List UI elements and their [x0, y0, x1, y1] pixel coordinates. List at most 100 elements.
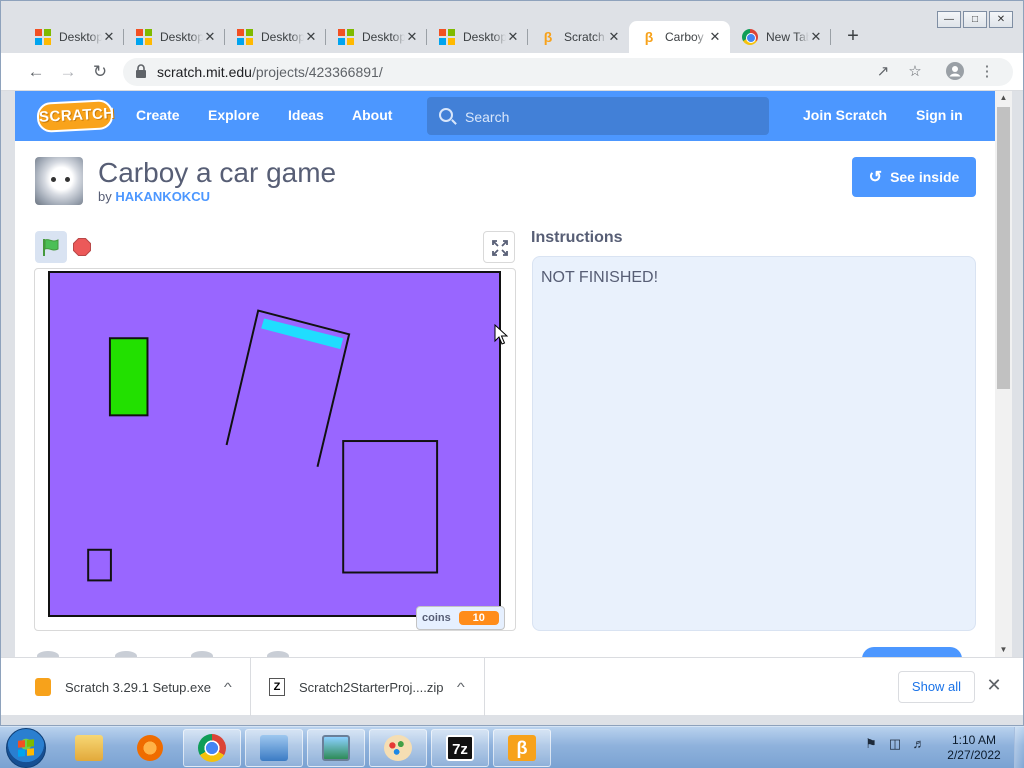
chrome-icon[interactable] — [183, 729, 241, 767]
nav-explore[interactable]: Explore — [208, 107, 259, 123]
scratch-icon: β — [644, 29, 654, 45]
monitor-label: coins — [422, 612, 451, 624]
mouse-cursor-icon — [494, 324, 508, 345]
microsoft-icon — [35, 29, 51, 45]
control-panel-icon[interactable] — [245, 729, 303, 767]
scratch-app-icon[interactable]: β — [493, 729, 551, 767]
volume-icon[interactable]: ♬ — [910, 735, 928, 753]
green-block-sprite — [108, 337, 149, 417]
scratch-icon: β — [543, 29, 553, 45]
browser-toolbar: ← → ↻ scratch.mit.edu/projects/423366891… — [1, 53, 1023, 91]
windows-taskbar: 7z β ⚑ ◫ ♬ 1:10 AM 2/27/2022 — [0, 726, 1024, 768]
tab-new-tab[interactable]: New Tab ✕ — [730, 21, 831, 53]
system-clock[interactable]: 1:10 AM 2/27/2022 — [946, 733, 1002, 763]
author-avatar[interactable] — [35, 157, 83, 205]
scrollbar-thumb[interactable] — [997, 107, 1010, 389]
close-download-bar-icon[interactable]: ✕ — [985, 675, 1003, 695]
search-icon — [439, 108, 453, 122]
scroll-down-arrow-icon[interactable]: ▼ — [995, 643, 1012, 657]
tab-label: Desktop — [362, 30, 405, 44]
tab-carboy[interactable]: β Carboy a car game ✕ — [629, 21, 730, 53]
join-scratch-link[interactable]: Join Scratch — [803, 107, 887, 123]
tab-close-icon[interactable]: ✕ — [405, 29, 419, 45]
tab-close-icon[interactable]: ✕ — [203, 29, 217, 45]
tab-label: Scratch — [564, 30, 605, 44]
tab-desktop-3[interactable]: Desktop ✕ — [225, 21, 326, 53]
tab-close-icon[interactable]: ✕ — [102, 29, 116, 45]
download-bar: Scratch 3.29.1 Setup.exe ^ Z Scratch2Sta… — [1, 657, 1023, 716]
coins-variable-monitor: coins 10 — [416, 606, 505, 630]
avatar-eye — [65, 177, 70, 182]
cyan-bar-sprite — [261, 318, 344, 350]
nav-create[interactable]: Create — [136, 107, 180, 123]
green-flag-icon — [43, 239, 59, 256]
address-bar[interactable]: scratch.mit.edu/projects/423366891/ ↗ ☆ … — [123, 58, 1013, 86]
download-filename: Scratch 3.29.1 Setup.exe — [65, 679, 211, 695]
search-input[interactable] — [465, 107, 755, 127]
action-center-flag-icon[interactable]: ⚑ — [862, 735, 880, 753]
tab-close-icon[interactable]: ✕ — [607, 29, 621, 45]
reload-icon[interactable]: ↻ — [89, 61, 111, 83]
page-scrollbar[interactable]: ▲ ▼ — [995, 91, 1012, 657]
download-item-starter-zip[interactable]: Z Scratch2StarterProj....zip ^ — [251, 658, 485, 716]
stop-sign-icon[interactable] — [73, 238, 91, 256]
bookmark-star-icon[interactable]: ☆ — [905, 62, 925, 82]
fullscreen-button[interactable] — [483, 231, 515, 263]
fullscreen-icon — [492, 240, 508, 256]
kebab-menu-icon[interactable]: ⋮ — [977, 62, 997, 82]
tab-label: Desktop — [160, 30, 203, 44]
7zip-icon[interactable]: 7z — [431, 729, 489, 767]
tab-desktop-5[interactable]: Desktop ✕ — [427, 21, 528, 53]
remix-arrows-icon: ↺ — [868, 169, 883, 186]
media-player-icon[interactable] — [121, 729, 179, 767]
file-explorer-icon[interactable] — [60, 729, 118, 767]
tab-close-icon[interactable]: ✕ — [506, 29, 520, 45]
tab-desktop-1[interactable]: Desktop ✕ — [23, 21, 124, 53]
forward-arrow-icon[interactable]: → — [57, 61, 79, 83]
scratch-logo[interactable]: SCRATCH — [36, 99, 115, 133]
microsoft-icon — [439, 29, 455, 45]
url-host: scratch.mit.edu — [157, 64, 252, 80]
sign-in-link[interactable]: Sign in — [916, 107, 963, 123]
minimize-button[interactable]: — — [937, 11, 961, 28]
show-all-downloads-button[interactable]: Show all — [898, 671, 975, 703]
tab-close-icon[interactable]: ✕ — [708, 29, 722, 45]
new-tab-plus-icon[interactable]: + — [841, 25, 865, 49]
close-window-button[interactable]: ✕ — [989, 11, 1013, 28]
show-desktop-button[interactable] — [1014, 727, 1024, 768]
download-item-scratch-setup[interactable]: Scratch 3.29.1 Setup.exe ^ — [1, 658, 251, 716]
window-controls: — □ ✕ — [937, 11, 1013, 28]
profile-avatar-icon[interactable] — [945, 62, 965, 82]
tab-desktop-2[interactable]: Desktop ✕ — [124, 21, 225, 53]
scratch-installer-icon — [35, 678, 51, 696]
microsoft-icon — [237, 29, 253, 45]
chevron-up-icon[interactable]: ^ — [224, 680, 232, 694]
instructions-text: NOT FINISHED! — [541, 269, 659, 286]
remix-button-partial[interactable] — [862, 647, 962, 657]
chevron-up-icon[interactable]: ^ — [456, 680, 464, 694]
maximize-button[interactable]: □ — [963, 11, 987, 28]
tab-desktop-4[interactable]: Desktop ✕ — [326, 21, 427, 53]
author-link[interactable]: HAKANKOKCU — [115, 189, 210, 204]
tab-close-icon[interactable]: ✕ — [304, 29, 318, 45]
start-button[interactable] — [6, 728, 46, 768]
tab-label: Desktop — [59, 30, 102, 44]
scratch-navbar: SCRATCH Create Explore Ideas About Join … — [15, 91, 995, 141]
tab-label: Carboy a car game — [665, 30, 708, 44]
tab-scratch[interactable]: β Scratch ✕ — [528, 21, 629, 53]
share-icon[interactable]: ↗ — [873, 62, 893, 82]
project-title: Carboy a car game — [98, 157, 337, 188]
nav-about[interactable]: About — [352, 107, 392, 123]
network-icon[interactable]: ◫ — [886, 735, 904, 753]
paint-icon[interactable] — [369, 729, 427, 767]
back-arrow-icon[interactable]: ← — [25, 61, 47, 83]
game-stage[interactable] — [48, 271, 501, 617]
green-flag-button[interactable] — [35, 231, 67, 263]
see-inside-button[interactable]: ↺ See inside — [852, 157, 976, 197]
nav-ideas[interactable]: Ideas — [288, 107, 324, 123]
microsoft-icon — [338, 29, 354, 45]
tab-close-icon[interactable]: ✕ — [809, 29, 823, 45]
image-viewer-icon[interactable] — [307, 729, 365, 767]
tab-label: Desktop — [463, 30, 506, 44]
scroll-up-arrow-icon[interactable]: ▲ — [995, 91, 1012, 105]
